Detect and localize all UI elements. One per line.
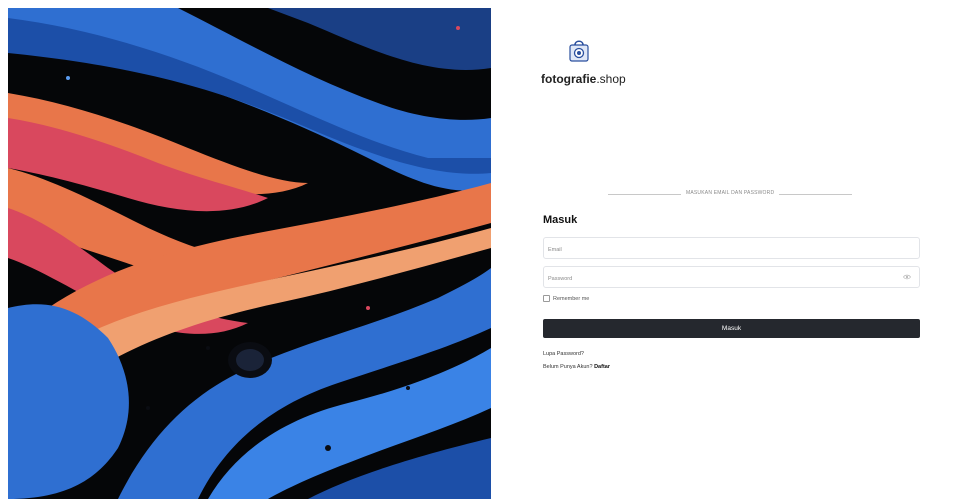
signup-row: Belum Punya Akun? Daftar <box>543 364 610 370</box>
password-input[interactable] <box>544 269 878 289</box>
forgot-password-link[interactable]: Lupa Password? <box>543 351 584 357</box>
email-field[interactable] <box>543 237 920 260</box>
remember-checkbox[interactable] <box>543 295 550 302</box>
remember-me[interactable]: Remember me <box>543 295 589 302</box>
divider-text: MASUKAN EMAIL DAN PASSWORD <box>686 190 775 196</box>
shopping-bag-camera-icon <box>569 40 589 62</box>
form-title: Masuk <box>543 214 578 226</box>
abstract-fluid-art <box>8 8 491 499</box>
section-divider: MASUKAN EMAIL DAN PASSWORD <box>608 189 852 199</box>
eye-icon[interactable] <box>903 274 911 280</box>
password-field[interactable] <box>543 266 920 289</box>
divider-line-right <box>779 194 852 195</box>
login-panel: fotografie.shop MASUKAN EMAIL DAN PASSWO… <box>491 8 964 499</box>
signup-link[interactable]: Daftar <box>594 364 610 370</box>
divider-line-left <box>608 194 681 195</box>
brand-name: fotografie.shop <box>541 72 626 86</box>
hero-artwork <box>8 8 491 499</box>
signup-prompt: Belum Punya Akun? <box>543 364 593 370</box>
login-button[interactable]: Masuk <box>543 319 920 338</box>
remember-label: Remember me <box>553 295 590 302</box>
email-input[interactable] <box>544 240 878 260</box>
